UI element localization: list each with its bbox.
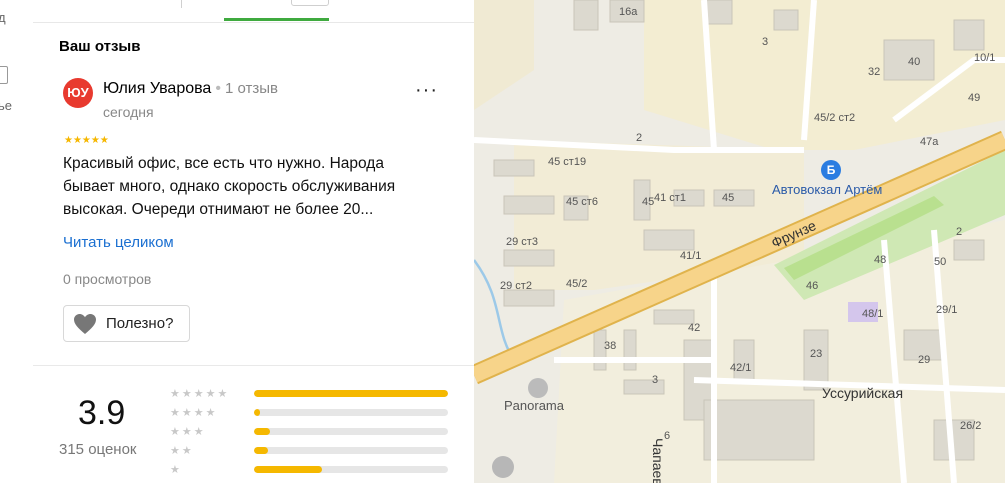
house-number-label: 2 — [956, 226, 963, 238]
house-number-label: 45 — [722, 192, 735, 204]
house-number-label: 26/2 — [960, 420, 982, 432]
rating-bar-fill — [254, 428, 270, 435]
house-number-label: 45/2 — [566, 278, 588, 290]
bus-station-label[interactable]: Автовокзал Артём — [772, 182, 882, 197]
street-label-chapaeva: Чапаева — [650, 438, 666, 483]
house-number-label: 3 — [652, 374, 659, 386]
rating-row-stars: ★★★★ — [170, 407, 218, 419]
panorama-label[interactable]: Panorama — [504, 398, 564, 413]
rating-row: ★★★★★ — [170, 385, 450, 404]
useful-label: Полезно? — [106, 315, 174, 332]
rating-bar-fill — [254, 390, 448, 397]
house-number-label: 45 — [642, 196, 655, 208]
house-number-label: 47а — [920, 136, 939, 148]
left-sidebar: д ье — [0, 0, 34, 483]
section-title: Ваш отзыв — [59, 38, 141, 55]
street-label-ussuri: Уссурийская — [822, 385, 904, 401]
house-number-label: 41/1 — [680, 250, 702, 262]
house-number-label: 50 — [934, 256, 947, 268]
house-number-label: 3 — [762, 36, 769, 48]
house-number-label: 46 — [806, 280, 819, 292]
house-number-label: 49 — [968, 92, 981, 104]
review-stars: ★★★★★ — [64, 135, 109, 146]
rating-bar-track — [254, 447, 448, 454]
rating-row-stars: ★ — [170, 464, 182, 476]
house-number-label: 48/1 — [862, 308, 884, 320]
review-panel: Ваш отзыв ЮУ Юлия Уварова • 1 отзыв сегодн… — [33, 0, 475, 483]
sidebar-fragment-bottom[interactable]: ье — [0, 98, 12, 113]
rating-row: ★★★★ — [170, 404, 450, 423]
map-view[interactable]: Фрунзе Уссурийская Чапаева Б Автовокзал … — [474, 0, 1005, 483]
rating-bar-fill — [254, 409, 260, 416]
rating-bar-fill — [254, 447, 268, 454]
house-number-label: 29 ст3 — [506, 236, 538, 248]
rating-bar-fill — [254, 466, 322, 473]
house-number-label: 41 ст1 — [654, 192, 686, 204]
author-name[interactable]: Юлия Уварова — [103, 80, 211, 97]
house-number-label: 23 — [810, 348, 823, 360]
sidebar-fragment-top[interactable]: д — [0, 10, 6, 25]
panorama-pin-icon[interactable] — [528, 378, 548, 398]
house-number-label: 45/2 ст2 — [814, 112, 856, 124]
house-number-label: 45 ст6 — [566, 196, 598, 208]
useful-button[interactable]: Полезно? — [63, 305, 190, 342]
author-review-count: 1 отзыв — [224, 80, 278, 97]
rating-row: ★ — [170, 461, 450, 480]
avatar[interactable]: ЮУ — [63, 78, 93, 108]
house-number-label: 38 — [604, 340, 617, 352]
sidebar-fragment-icon[interactable] — [0, 66, 8, 84]
rating-bar-track — [254, 428, 448, 435]
house-number-label: 32 — [868, 66, 881, 78]
ratings-count: 315 оценок — [59, 441, 137, 458]
tab-counter-chip — [291, 0, 329, 6]
review-author: Юлия Уварова • 1 отзыв — [103, 80, 278, 98]
house-number-label: 6 — [664, 430, 671, 442]
heart-icon — [74, 314, 96, 334]
read-more-link[interactable]: Читать целиком — [63, 234, 174, 251]
house-number-label: 42 — [688, 322, 701, 334]
house-number-label: 29 ст2 — [500, 280, 532, 292]
tab-bar — [33, 0, 474, 23]
poi-pin-icon[interactable] — [492, 456, 514, 478]
tab-reviews-active-indicator[interactable] — [224, 18, 329, 21]
rating-row-stars: ★★★ — [170, 426, 206, 438]
house-number-label: 42/1 — [730, 362, 752, 374]
rating-row: ★★★ — [170, 423, 450, 442]
rating-bar-track — [254, 409, 448, 416]
house-number-label: 45 ст19 — [548, 156, 587, 168]
house-number-label: 2 — [636, 132, 643, 144]
rating-row: ★★ — [170, 442, 450, 461]
house-number-label: 10/1 — [974, 52, 996, 64]
overall-rating: 3.9 — [78, 394, 126, 432]
house-number-label: 29/1 — [936, 304, 958, 316]
views-count: 0 просмотров — [63, 271, 152, 287]
rating-bar-track — [254, 390, 448, 397]
review-date: сегодня — [103, 104, 154, 120]
rating-row-stars: ★★ — [170, 445, 194, 457]
more-options-icon[interactable]: ··· — [415, 80, 438, 100]
rating-row-stars: ★★★★★ — [170, 388, 230, 400]
house-number-label: 29 — [918, 354, 931, 366]
rating-bar-track — [254, 466, 448, 473]
house-number-label: 16а — [619, 6, 638, 18]
tab-separator — [181, 0, 182, 8]
house-number-label: 40 — [908, 56, 921, 68]
bus-station-icon[interactable]: Б — [821, 160, 841, 180]
divider — [33, 365, 474, 366]
separator-dot: • — [215, 80, 221, 97]
rating-distribution: ★★★★★ ★★★★ ★★★ ★★ ★ — [170, 385, 450, 480]
house-number-label: 48 — [874, 254, 887, 266]
review-text: Красивый офис, все есть что нужно. Народ… — [63, 155, 396, 218]
